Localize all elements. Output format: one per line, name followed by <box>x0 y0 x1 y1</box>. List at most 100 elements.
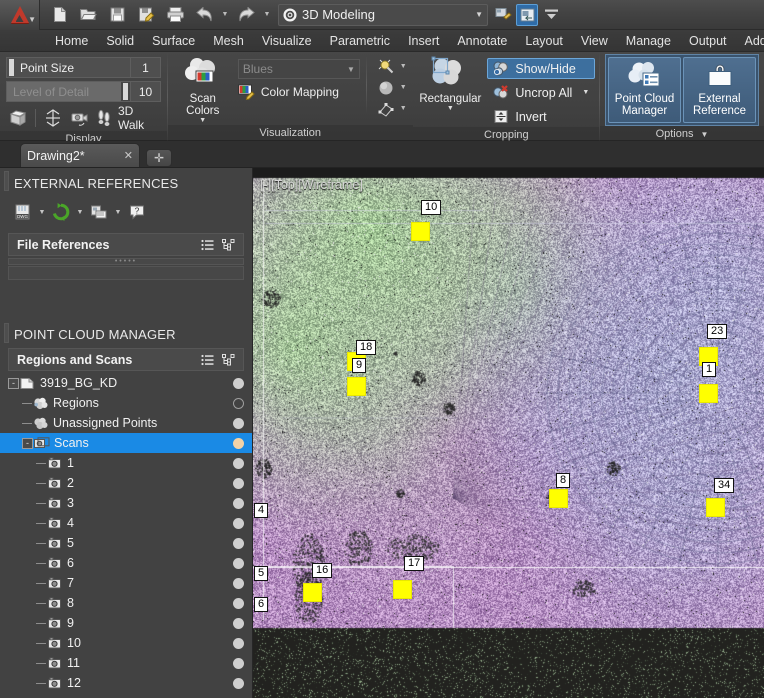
tree-expander[interactable]: - <box>8 377 19 389</box>
tree-item-10[interactable]: 10 <box>0 633 252 653</box>
workspace-settings-icon[interactable] <box>492 4 514 26</box>
chevron-down-icon[interactable]: ▼ <box>475 10 483 19</box>
tree-item-1[interactable]: 1 <box>0 453 252 473</box>
palette-grip[interactable] <box>4 171 9 191</box>
scan-marker-label-18[interactable]: 18 <box>356 340 377 355</box>
ribbon-tab-insert[interactable]: Insert <box>399 30 448 52</box>
scan-marker-label-10[interactable]: 10 <box>421 200 442 215</box>
scan-marker-label-5[interactable]: 5 <box>254 566 269 581</box>
tree-item-12[interactable]: 12 <box>0 673 252 693</box>
external-reference-button[interactable]: External Reference <box>683 57 757 123</box>
scan-marker-16[interactable] <box>303 583 322 602</box>
invert-button[interactable]: Invert <box>487 106 595 127</box>
refresh-icon[interactable] <box>50 201 72 223</box>
scan-marker-17[interactable] <box>393 580 412 599</box>
point-cloud-canvas[interactable] <box>253 168 764 698</box>
tree-item-scans[interactable]: - Scans <box>0 433 252 453</box>
help-icon[interactable]: ? <box>126 201 148 223</box>
show-hide-button[interactable]: Show/Hide <box>487 58 596 79</box>
chevron-down-icon[interactable]: ▼ <box>701 130 709 139</box>
ribbon-tab-view[interactable]: View <box>572 30 617 52</box>
scan-marker-8[interactable] <box>549 489 568 508</box>
tree-view-icon[interactable] <box>222 353 235 366</box>
toolbar-toggle-icon[interactable] <box>516 3 538 26</box>
scan-marker-label-6[interactable]: 6 <box>254 597 269 612</box>
ribbon-tab-solid[interactable]: Solid <box>97 30 143 52</box>
chevron-down-icon[interactable]: ▼ <box>447 105 454 112</box>
ribbon-tab-annotate[interactable]: Annotate <box>448 30 516 52</box>
ribbon-tab-add-ins[interactable]: Add <box>736 30 764 52</box>
scan-marker-10[interactable] <box>411 222 430 241</box>
tree-view-icon[interactable] <box>222 238 235 251</box>
scan-marker-label-34[interactable]: 34 <box>714 478 735 493</box>
point-size-slider[interactable]: Point Size <box>6 57 131 78</box>
visibility-toggle-icon[interactable] <box>233 377 244 389</box>
tree-item-8[interactable]: 8 <box>0 593 252 613</box>
palette-grip[interactable] <box>4 323 9 343</box>
list-view-icon[interactable] <box>201 239 214 251</box>
visibility-toggle-icon[interactable] <box>233 437 244 449</box>
chevron-down-icon[interactable]: ▼ <box>347 65 355 74</box>
scan-marker-label-4[interactable]: 4 <box>254 503 269 518</box>
tree-item-7[interactable]: 7 <box>0 573 252 593</box>
visibility-toggle-icon[interactable] <box>233 677 244 689</box>
ribbon-tab-surface[interactable]: Surface <box>143 30 204 52</box>
save-as-icon[interactable] <box>133 3 159 27</box>
level-of-detail-slider[interactable]: Level of Detail <box>6 81 131 102</box>
undo-dropdown-icon[interactable]: ▼ <box>220 11 230 18</box>
undo-icon[interactable] <box>191 3 217 27</box>
tree-item-6[interactable]: 6 <box>0 553 252 573</box>
visibility-toggle-icon[interactable] <box>233 537 244 549</box>
ucs-icon[interactable] <box>43 108 63 128</box>
tree-item-3[interactable]: 3 <box>0 493 252 513</box>
visibility-toggle-icon[interactable] <box>233 457 244 469</box>
close-icon[interactable]: ✕ <box>124 149 133 162</box>
file-references-resize-grip[interactable]: ••••• <box>8 258 244 265</box>
tree-item-2[interactable]: 2 <box>0 473 252 493</box>
visibility-toggle-icon[interactable] <box>233 517 244 529</box>
point-size-value[interactable]: 1 <box>131 57 161 78</box>
visibility-toggle-icon[interactable] <box>233 597 244 609</box>
new-icon[interactable] <box>46 3 72 27</box>
tree-item-4[interactable]: 4 <box>0 513 252 533</box>
color-scheme-combo[interactable]: Blues ▼ <box>237 59 360 79</box>
redo-dropdown-icon[interactable]: ▼ <box>262 11 272 18</box>
ribbon-tab-output[interactable]: Output <box>680 30 736 52</box>
viewport-label[interactable]: [-][Top][Wireframe] <box>260 178 363 192</box>
list-view-icon[interactable] <box>201 354 214 366</box>
tree-item-unassigned-points[interactable]: Unassigned Points <box>0 413 252 433</box>
visibility-toggle-icon[interactable] <box>233 637 244 649</box>
tree-expander[interactable]: - <box>22 437 33 449</box>
scan-marker-label-9[interactable]: 9 <box>352 358 367 373</box>
uncrop-all-button[interactable]: Uncrop All ▼ <box>487 82 595 103</box>
material-sphere-icon[interactable]: ▼ <box>377 79 407 96</box>
chevron-down-icon[interactable]: ▼ <box>114 209 122 216</box>
plot-icon[interactable] <box>162 3 188 27</box>
scan-marker-label-16[interactable]: 16 <box>312 563 333 578</box>
visibility-toggle-icon[interactable] <box>233 397 244 409</box>
qat-overflow-icon[interactable] <box>540 4 562 26</box>
scan-marker-label-1[interactable]: 1 <box>702 362 717 377</box>
chevron-down-icon[interactable]: ▼ <box>400 63 407 70</box>
scan-marker-label-23[interactable]: 23 <box>707 324 728 339</box>
scan-marker-1[interactable] <box>699 384 718 403</box>
visibility-toggle-icon[interactable] <box>233 497 244 509</box>
color-mapping-button[interactable]: Color Mapping <box>237 84 360 100</box>
ribbon-tab-visualize[interactable]: Visualize <box>253 30 321 52</box>
level-of-detail-knob[interactable] <box>123 83 128 100</box>
level-of-detail-value[interactable]: 10 <box>131 81 161 102</box>
3d-walk-icon[interactable] <box>97 109 111 127</box>
rectangular-crop-button[interactable]: Rectangular ▼ <box>419 56 481 112</box>
ribbon-tab-manage[interactable]: Manage <box>617 30 680 52</box>
application-menu-button[interactable]: ▼ <box>0 0 40 30</box>
point-cloud-manager-button[interactable]: Point Cloud Manager <box>608 57 682 123</box>
redo-icon[interactable] <box>233 3 259 27</box>
camera-icon[interactable] <box>70 109 90 127</box>
attach-dwg-icon[interactable]: DWG <box>12 201 34 223</box>
chevron-down-icon[interactable]: ▼ <box>400 84 407 91</box>
scan-marker-label-8[interactable]: 8 <box>556 473 571 488</box>
visibility-toggle-icon[interactable] <box>233 577 244 589</box>
tree-item-regions[interactable]: Regions <box>0 393 252 413</box>
scan-marker-34[interactable] <box>706 498 725 517</box>
chevron-down-icon[interactable]: ▼ <box>199 117 206 124</box>
